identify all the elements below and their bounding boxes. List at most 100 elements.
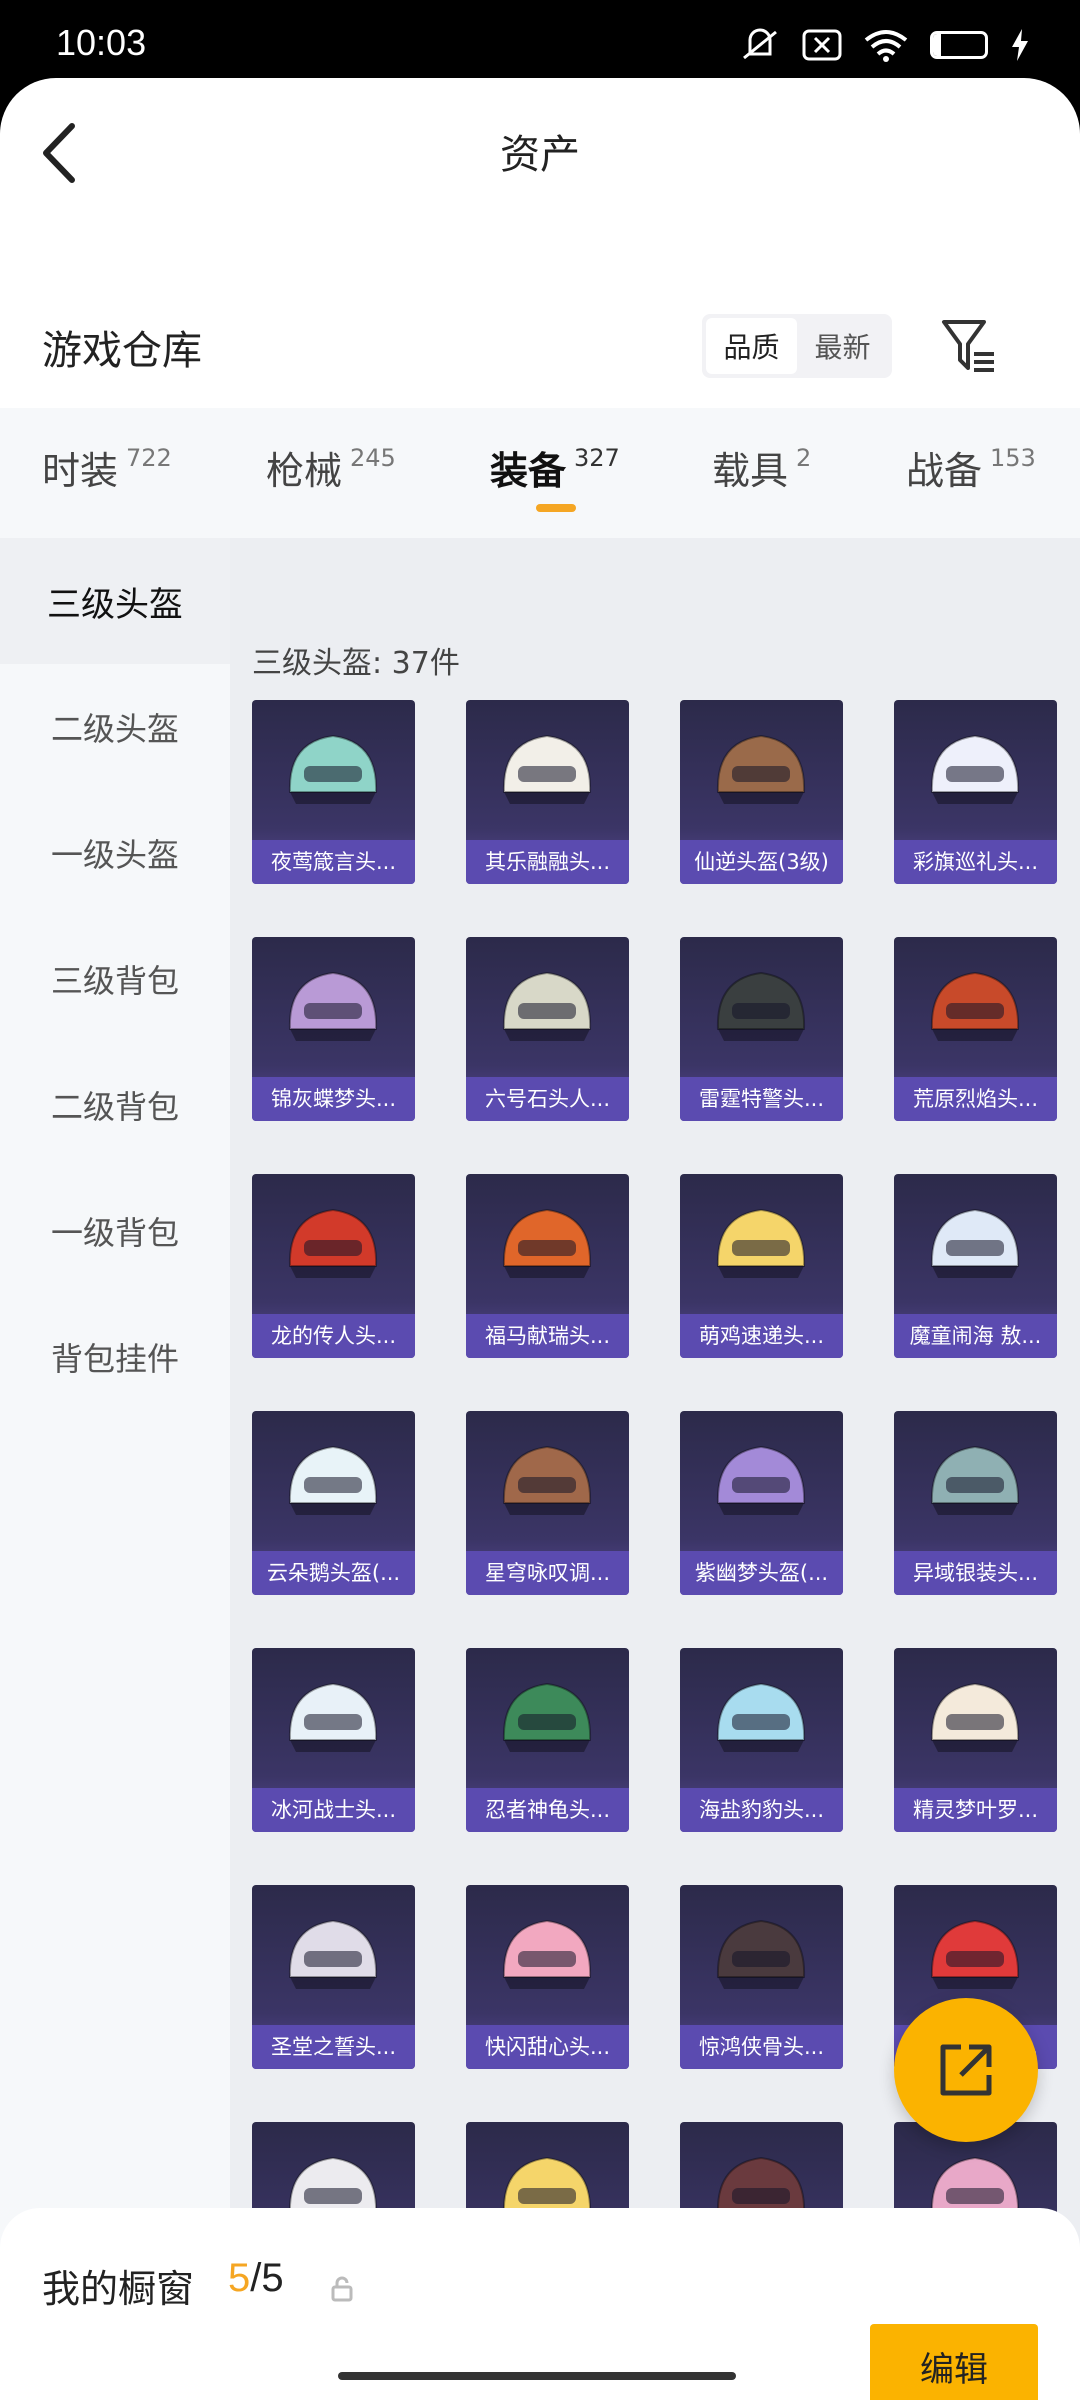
tab-label: 装备 — [490, 449, 567, 493]
status-icons: 16 — [740, 28, 1030, 62]
sidebar-item-level3-helmet[interactable]: 三级头盔 — [0, 538, 230, 664]
item-name: 云朵鹅头盔(... — [252, 1551, 415, 1595]
helmet-icon — [930, 971, 1020, 1041]
tab-fashion[interactable]: 时装 722 — [42, 440, 172, 495]
item-card[interactable]: 六号石头人... — [466, 937, 629, 1121]
sort-newest[interactable]: 最新 — [797, 318, 888, 374]
item-card[interactable]: 惊鸿侠骨头... — [680, 1885, 843, 2069]
sort-quality[interactable]: 品质 — [706, 318, 797, 374]
sidebar-item-level1-helmet[interactable]: 一级头盔 — [0, 790, 230, 916]
sidebar-item-level3-backpack[interactable]: 三级背包 — [0, 916, 230, 1042]
tab-equipment[interactable]: 装备 327 — [490, 440, 620, 495]
item-card[interactable]: 雷霆特警头... — [680, 937, 843, 1121]
item-name: 快闪甜心头... — [466, 2025, 629, 2069]
item-name: 海盐豹豹头... — [680, 1788, 843, 1832]
item-card[interactable]: 冰河战士头... — [252, 1648, 415, 1832]
status-bar: 10:03 16 — [0, 0, 1080, 78]
charging-icon — [1012, 29, 1028, 61]
item-name: 精灵梦叶罗... — [894, 1788, 1057, 1832]
showcase-total: /5 — [250, 2256, 284, 2300]
item-card[interactable]: 其乐融融头... — [466, 700, 629, 884]
item-card[interactable]: 圣堂之誓头... — [252, 1885, 415, 2069]
item-card[interactable]: 精灵梦叶罗... — [894, 1648, 1057, 1832]
page-title: 资产 — [500, 132, 580, 178]
helmet-icon — [288, 1682, 378, 1752]
helmet-icon — [716, 1682, 806, 1752]
no-sim-icon — [802, 29, 842, 61]
item-card[interactable]: 异域银装头... — [894, 1411, 1057, 1595]
item-name: 惊鸿侠骨头... — [680, 2025, 843, 2069]
tab-vehicles[interactable]: 载具 2 — [712, 440, 811, 495]
item-card[interactable]: 云朵鹅头盔(... — [252, 1411, 415, 1595]
item-card[interactable]: 夜莺箴言头... — [252, 700, 415, 884]
active-tab-indicator — [536, 504, 576, 512]
item-name: 仙逆头盔(3级) — [680, 840, 843, 884]
battery-indicator: 16 — [930, 31, 988, 59]
status-time: 10:03 — [56, 22, 147, 63]
sidebar-item-level2-helmet[interactable]: 二级头盔 — [0, 664, 230, 790]
tab-count: 2 — [796, 444, 812, 472]
tab-supplies[interactable]: 战备 153 — [906, 440, 1036, 495]
helmet-icon — [288, 1445, 378, 1515]
app-screen: 资产 游戏仓库 品质 最新 时装 722 枪械 245 装备 327 载具 2 … — [0, 78, 1080, 2400]
helmet-icon — [930, 1682, 1020, 1752]
tab-weapons[interactable]: 枪械 245 — [266, 440, 396, 495]
item-card[interactable]: 锦灰蝶梦头... — [252, 937, 415, 1121]
external-link-icon — [940, 2044, 992, 2096]
item-name: 荒原烈焰头... — [894, 1077, 1057, 1121]
item-name: 彩旗巡礼头... — [894, 840, 1057, 884]
edit-button[interactable]: 编辑 — [870, 2324, 1038, 2400]
item-card[interactable]: 忍者神龟头... — [466, 1648, 629, 1832]
item-card[interactable]: 魔童闹海 敖... — [894, 1174, 1057, 1358]
item-name: 雷霆特警头... — [680, 1077, 843, 1121]
tab-count: 327 — [574, 444, 620, 472]
tab-label: 战备 — [906, 449, 983, 493]
filter-icon[interactable] — [940, 314, 1000, 378]
item-card[interactable]: 星穹咏叹调... — [466, 1411, 629, 1595]
item-name: 紫幽梦头盔(... — [680, 1551, 843, 1595]
helmet-icon — [502, 1919, 592, 1989]
item-name: 圣堂之誓头... — [252, 2025, 415, 2069]
helmet-icon — [288, 1919, 378, 1989]
sort-toggle: 品质 最新 — [702, 314, 892, 378]
item-name: 星穹咏叹调... — [466, 1551, 629, 1595]
tab-label: 枪械 — [266, 449, 343, 493]
item-name: 冰河战士头... — [252, 1788, 415, 1832]
item-card[interactable]: 龙的传人头... — [252, 1174, 415, 1358]
item-card[interactable]: 快闪甜心头... — [466, 1885, 629, 2069]
sidebar: 三级头盔 二级头盔 一级头盔 三级背包 二级背包 一级背包 背包挂件 — [0, 538, 230, 2288]
helmet-icon — [502, 1682, 592, 1752]
wifi-icon — [864, 30, 908, 62]
showcase-label: 我的橱窗 — [42, 2267, 195, 2311]
item-card[interactable]: 海盐豹豹头... — [680, 1648, 843, 1832]
item-card[interactable]: 紫幽梦头盔(... — [680, 1411, 843, 1595]
tab-count: 722 — [126, 444, 172, 472]
helmet-icon — [716, 734, 806, 804]
item-card[interactable]: 荒原烈焰头... — [894, 937, 1057, 1121]
tab-count: 153 — [990, 444, 1036, 472]
item-card[interactable]: 仙逆头盔(3级) — [680, 700, 843, 884]
battery-level: 16 — [947, 32, 971, 54]
showcase-current: 5 — [228, 2256, 251, 2300]
item-name: 魔童闹海 敖... — [894, 1314, 1057, 1358]
item-name: 萌鸡速递头... — [680, 1314, 843, 1358]
helmet-icon — [502, 734, 592, 804]
item-card[interactable]: 彩旗巡礼头... — [894, 700, 1057, 884]
sidebar-item-level2-backpack[interactable]: 二级背包 — [0, 1042, 230, 1168]
item-name: 忍者神龟头... — [466, 1788, 629, 1832]
sidebar-item-backpack-charm[interactable]: 背包挂件 — [0, 1294, 230, 1420]
sidebar-item-level1-backpack[interactable]: 一级背包 — [0, 1168, 230, 1294]
item-name: 龙的传人头... — [252, 1314, 415, 1358]
helmet-icon — [288, 1208, 378, 1278]
item-card[interactable]: 福马献瑞头... — [466, 1174, 629, 1358]
helmet-icon — [288, 734, 378, 804]
helmet-icon — [502, 1208, 592, 1278]
tab-label: 时装 — [42, 449, 119, 493]
share-button[interactable] — [894, 1998, 1038, 2142]
item-name: 异域银装头... — [894, 1551, 1057, 1595]
helmet-icon — [930, 1919, 1020, 1989]
item-card[interactable]: 萌鸡速递头... — [680, 1174, 843, 1358]
helmet-icon — [502, 971, 592, 1041]
top-bar: 资产 — [0, 78, 1080, 228]
showcase-count: 5/5 — [228, 2256, 284, 2301]
